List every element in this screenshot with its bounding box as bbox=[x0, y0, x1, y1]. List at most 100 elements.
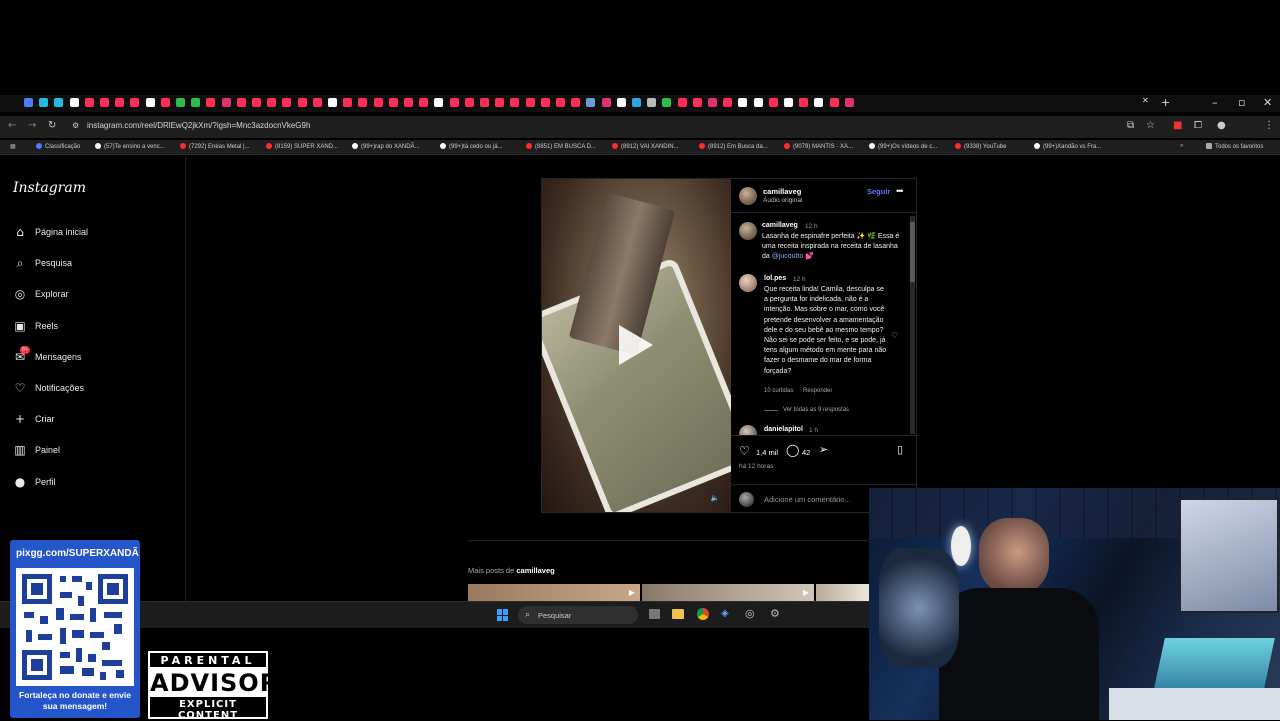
like-count[interactable]: 1,4 mil bbox=[756, 448, 778, 457]
forward-icon[interactable]: → bbox=[28, 120, 36, 131]
browser-tab[interactable] bbox=[176, 98, 185, 107]
browser-tab[interactable] bbox=[84, 98, 94, 107]
minimize-button[interactable]: – bbox=[1212, 96, 1218, 109]
bookmarks-overflow-icon[interactable]: » bbox=[1180, 143, 1183, 149]
sidebar-item-mensagens[interactable]: ✉ 9+ Mensagens bbox=[13, 345, 82, 366]
bookmark-item[interactable]: (8912) VAI XANDIN... bbox=[612, 143, 679, 150]
bookmark-item[interactable]: (99+)rap do XANDÃ... bbox=[352, 143, 420, 150]
browser-tab[interactable] bbox=[647, 98, 657, 107]
all-bookmarks-folder[interactable]: Todos os favoritos bbox=[1206, 143, 1263, 150]
share-icon[interactable]: ➢ bbox=[819, 444, 828, 456]
bookmark-item[interactable]: (99+)tá cedo ou já... bbox=[440, 143, 503, 150]
follow-button[interactable]: Seguir bbox=[867, 187, 890, 196]
bookmark-item[interactable]: (8912) Em Busca da... bbox=[699, 143, 768, 150]
bookmark-item[interactable]: Classificação bbox=[36, 143, 80, 150]
sidebar-item-página-inicial[interactable]: ⌂ Página inicial bbox=[13, 223, 88, 241]
browser-tab[interactable] bbox=[556, 98, 565, 107]
comment-icon[interactable]: ◯ bbox=[786, 444, 799, 456]
view-replies-button[interactable]: Ver todas as 9 respostas bbox=[783, 407, 849, 413]
more-post-thumbnail[interactable] bbox=[816, 584, 869, 602]
close-tab-icon[interactable]: ✕ bbox=[1142, 96, 1152, 105]
site-info-icon[interactable]: ⚙ bbox=[72, 121, 79, 130]
bookmark-item[interactable]: (9078) MANTIS · XA... bbox=[784, 143, 853, 150]
browser-tab[interactable] bbox=[571, 98, 581, 107]
bookmark-item[interactable]: (99+)Xandão vs Fra... bbox=[1034, 143, 1101, 150]
sidebar-item-explorar[interactable]: ◎ Explorar bbox=[13, 285, 69, 303]
new-tab-button[interactable]: + bbox=[1161, 96, 1170, 109]
browser-menu-icon[interactable]: ⋮ bbox=[1264, 120, 1274, 131]
browser-tab[interactable] bbox=[130, 98, 140, 107]
scroll-thumb[interactable] bbox=[910, 222, 915, 282]
browser-tab[interactable] bbox=[160, 98, 170, 107]
play-icon[interactable] bbox=[619, 325, 653, 365]
browser-tab[interactable] bbox=[601, 98, 611, 107]
bookmark-star-icon[interactable]: ☆ bbox=[1146, 120, 1155, 131]
browser-tab[interactable] bbox=[844, 98, 854, 107]
browser-tab[interactable] bbox=[738, 98, 748, 107]
commenter-avatar[interactable] bbox=[739, 425, 757, 435]
bookmark-item[interactable]: (99+)Os vídeos de c... bbox=[869, 143, 937, 150]
sidebar-item-notificações[interactable]: ♡ Notificações bbox=[13, 379, 84, 397]
comment-username[interactable]: danielapitol bbox=[764, 426, 803, 433]
browser-tab[interactable] bbox=[753, 98, 763, 107]
extensions-puzzle-icon[interactable]: ⧠ bbox=[1194, 120, 1202, 131]
install-app-icon[interactable]: ⧉ bbox=[1127, 120, 1134, 131]
browser-tab[interactable] bbox=[708, 98, 717, 107]
sidebar-item-perfil[interactable]: ● Perfil bbox=[13, 473, 56, 491]
caption-username[interactable]: camillaveg bbox=[762, 222, 798, 229]
chrome-icon[interactable] bbox=[697, 608, 709, 620]
comment-reply-button[interactable]: Responder bbox=[803, 388, 832, 394]
browser-tab[interactable] bbox=[145, 98, 155, 107]
browser-tab[interactable] bbox=[768, 98, 778, 107]
audio-label[interactable]: Áudio original bbox=[763, 197, 802, 204]
browser-tab[interactable] bbox=[54, 98, 64, 107]
settings-icon[interactable]: ⚙ bbox=[770, 607, 780, 620]
browser-tab[interactable] bbox=[692, 98, 702, 107]
bookmark-item[interactable]: (8159) SUPER XAND... bbox=[266, 143, 338, 150]
browser-tab[interactable] bbox=[100, 98, 109, 107]
mute-icon[interactable]: 🔈 bbox=[709, 492, 721, 504]
bookmark-item[interactable]: (7292) Enéas Metal |... bbox=[180, 143, 250, 150]
bookmark-item[interactable]: (57)Te ensino a venc... bbox=[95, 143, 165, 150]
browser-tab[interactable] bbox=[799, 98, 809, 107]
browser-tab[interactable] bbox=[404, 98, 413, 107]
browser-tab[interactable] bbox=[267, 98, 277, 107]
like-icon[interactable]: ♡ bbox=[739, 445, 750, 457]
taskbar-search[interactable]: ⌕ Pesquisar bbox=[518, 606, 638, 624]
browser-tab[interactable] bbox=[373, 98, 383, 107]
extension-icon[interactable]: ■ bbox=[1173, 120, 1182, 131]
browser-tab[interactable] bbox=[540, 98, 550, 107]
sidebar-item-criar[interactable]: + Criar bbox=[13, 410, 55, 428]
more-post-thumbnail[interactable]: ▶ bbox=[642, 584, 814, 602]
windows-start-icon[interactable] bbox=[497, 609, 509, 621]
back-icon[interactable]: ← bbox=[8, 120, 16, 131]
commenter-avatar[interactable] bbox=[739, 274, 757, 292]
sidebar-item-reels[interactable]: ▣ Reels bbox=[13, 317, 58, 335]
more-options-icon[interactable]: ••• bbox=[896, 186, 904, 196]
browser-tab[interactable] bbox=[312, 98, 322, 107]
browser-tab[interactable] bbox=[586, 98, 596, 107]
comment-likes[interactable]: 10 curtidas bbox=[764, 388, 793, 394]
author-avatar[interactable] bbox=[739, 187, 757, 205]
browser-tab[interactable] bbox=[495, 98, 505, 107]
browser-tab[interactable] bbox=[343, 98, 353, 107]
browser-tab[interactable] bbox=[449, 98, 459, 107]
browser-tab[interactable] bbox=[252, 98, 261, 107]
reload-icon[interactable]: ↻ bbox=[48, 120, 56, 131]
profile-icon[interactable]: ● bbox=[1217, 120, 1226, 131]
save-icon[interactable]: ▯ bbox=[897, 444, 903, 456]
browser-tab[interactable] bbox=[191, 98, 201, 107]
browser-tab[interactable] bbox=[221, 98, 231, 107]
task-view-icon[interactable] bbox=[649, 609, 660, 619]
instagram-logo[interactable]: Instagram bbox=[13, 180, 86, 196]
obs-icon[interactable]: ◎ bbox=[745, 607, 755, 620]
add-comment-input[interactable]: Adicione um comentário... bbox=[764, 495, 851, 504]
browser-tab[interactable] bbox=[434, 98, 444, 107]
caption-avatar[interactable] bbox=[739, 222, 757, 240]
browser-tab[interactable] bbox=[358, 98, 368, 107]
browser-tab[interactable] bbox=[480, 98, 489, 107]
app-icon[interactable]: ◈ bbox=[721, 608, 729, 619]
browser-tab[interactable] bbox=[662, 98, 672, 107]
browser-tab[interactable] bbox=[297, 98, 307, 107]
browser-tab[interactable] bbox=[723, 98, 733, 107]
